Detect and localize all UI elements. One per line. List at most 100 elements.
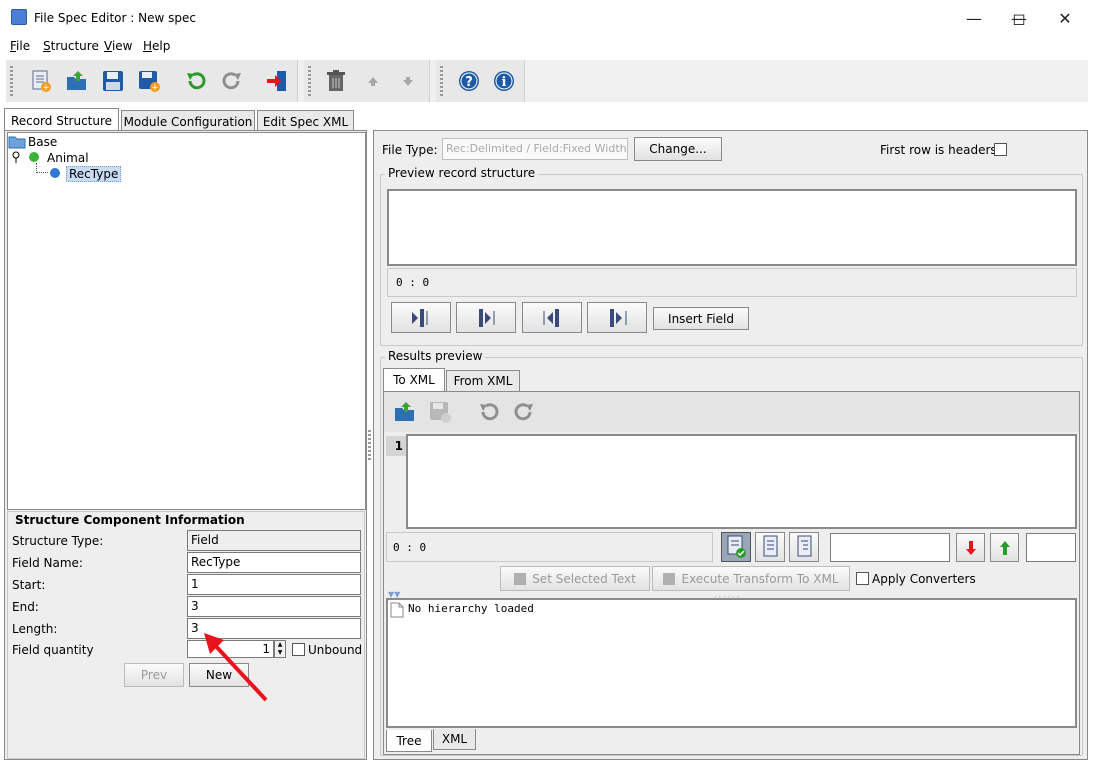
field-name-input[interactable]: RecType <box>187 552 361 573</box>
to-xml-toolbar <box>384 392 1079 432</box>
document-list-icon <box>763 535 778 557</box>
to-xml-panel: 1 0 : 0 Set Selected Text Execute Transf… <box>383 391 1080 755</box>
end-input[interactable]: 3 <box>187 596 361 617</box>
search-count-field[interactable] <box>1026 533 1076 562</box>
tree-node-animal[interactable]: Animal <box>47 151 89 165</box>
toolbar-group-help: ? i <box>436 60 525 102</box>
execute-transform-button[interactable]: Execute Transform To XML <box>652 566 850 591</box>
tab-record-structure[interactable]: Record Structure <box>4 108 119 132</box>
exit-icon[interactable] <box>264 68 290 94</box>
xml-input-editor[interactable] <box>406 434 1077 529</box>
svg-text:?: ? <box>465 75 473 90</box>
move-left-end-button[interactable] <box>522 302 582 333</box>
hierarchy-view[interactable]: No hierarchy loaded <box>386 598 1077 728</box>
length-label: Length: <box>12 622 58 636</box>
tab-module-configuration[interactable]: Module Configuration <box>121 110 255 132</box>
menu-view[interactable]: View <box>104 39 132 53</box>
delete-icon[interactable] <box>323 68 349 94</box>
preview-record-structure: Preview record structure 0 : 0 Insert Fi… <box>380 166 1083 346</box>
splitter-handle[interactable] <box>368 430 371 460</box>
document-tree-button[interactable] <box>789 532 819 562</box>
structure-tree: Base Animal RecType <box>7 132 366 510</box>
structure-component-info: Structure Component Information Structur… <box>7 511 365 759</box>
tree-expand-handle-icon[interactable] <box>10 150 22 164</box>
apply-converters-checkbox[interactable] <box>856 572 869 585</box>
structure-type-label: Structure Type: <box>12 534 104 548</box>
toolbar-grip[interactable] <box>10 66 13 96</box>
move-down-icon[interactable] <box>395 68 421 94</box>
move-left-start-button[interactable] <box>391 302 451 333</box>
redo-xml-icon[interactable] <box>511 399 537 425</box>
tree-node-base[interactable]: Base <box>28 135 57 149</box>
app-icon <box>11 9 27 25</box>
tab-from-xml[interactable]: From XML <box>446 370 520 391</box>
toolbar-grip[interactable] <box>440 66 443 96</box>
help-icon[interactable]: ? <box>456 68 482 94</box>
right-panel: File Type: Rec:Delimited / Field:Fixed W… <box>373 130 1088 760</box>
first-row-headers-label: First row is headers <box>880 143 997 157</box>
first-row-headers-checkbox[interactable] <box>994 143 1007 156</box>
document-list-button[interactable] <box>755 532 785 562</box>
preview-area[interactable] <box>387 189 1077 266</box>
file-type-field[interactable]: Rec:Delimited / Field:Fixed Width <box>442 138 628 160</box>
execute-icon <box>663 572 676 585</box>
search-down-button[interactable] <box>956 533 985 562</box>
end-label: End: <box>12 600 39 614</box>
tab-to-xml[interactable]: To XML <box>383 368 445 391</box>
change-button[interactable]: Change... <box>634 137 722 161</box>
set-selected-text-button[interactable]: Set Selected Text <box>500 566 650 591</box>
window-title: File Spec Editor : New spec <box>34 11 196 25</box>
tree-node-rectype[interactable]: RecType <box>66 166 122 182</box>
menu-help[interactable]: Help <box>143 39 170 53</box>
insert-field-button[interactable]: Insert Field <box>653 307 749 330</box>
unbound-checkbox[interactable] <box>292 643 305 656</box>
arrow-up-icon <box>999 540 1010 555</box>
preview-position: 0 : 0 <box>387 268 1077 297</box>
search-up-button[interactable] <box>990 533 1019 562</box>
redo-icon[interactable] <box>219 68 245 94</box>
undo-icon[interactable] <box>183 68 209 94</box>
close-window-button[interactable]: ✕ <box>1042 0 1088 36</box>
move-right-end-button[interactable] <box>587 302 647 333</box>
toolbar: + + ? i <box>6 60 1088 102</box>
title-bar: File Spec Editor : New spec — — ◻ ✕ <box>0 0 1093 36</box>
tab-xml[interactable]: XML <box>433 729 476 750</box>
undo-xml-icon[interactable] <box>476 399 502 425</box>
apply-converters-label: Apply Converters <box>872 572 976 586</box>
execute-label: Execute Transform To XML <box>681 571 839 586</box>
tree-connector <box>36 163 48 173</box>
start-input[interactable]: 1 <box>187 574 361 595</box>
save-xml-icon[interactable] <box>427 399 453 425</box>
prev-button[interactable]: Prev <box>124 663 184 687</box>
tab-edit-spec-xml[interactable]: Edit Spec XML <box>257 110 354 132</box>
file-type-label: File Type: <box>382 143 438 157</box>
maximize-window-button[interactable]: ◻ <box>996 0 1042 36</box>
shift-right-edge-icon <box>479 308 495 327</box>
extend-right-icon <box>610 308 627 327</box>
move-up-icon[interactable] <box>360 68 386 94</box>
move-right-start-button[interactable] <box>456 302 516 333</box>
editor-position: 0 : 0 <box>386 532 713 562</box>
svg-text:i: i <box>502 75 507 90</box>
new-file-icon[interactable]: + <box>28 68 54 94</box>
menu-structure[interactable]: Structure <box>43 39 99 53</box>
results-title: Results preview <box>385 349 486 363</box>
no-hierarchy-text: No hierarchy loaded <box>408 602 534 615</box>
document-check-icon <box>727 535 746 558</box>
shrink-left-icon <box>543 308 559 327</box>
menu-bar: File Structure View Help <box>0 36 1093 58</box>
save-as-icon[interactable]: + <box>136 68 162 94</box>
search-field[interactable] <box>830 533 950 562</box>
shift-left-edge-icon <box>412 308 428 327</box>
document-icon <box>390 602 404 618</box>
menu-file[interactable]: File <box>10 39 30 53</box>
toolbar-grip[interactable] <box>308 66 311 96</box>
toolbar-group-edit <box>304 60 430 102</box>
tab-tree[interactable]: Tree <box>386 730 432 752</box>
save-icon[interactable] <box>100 68 126 94</box>
open-xml-icon[interactable] <box>392 399 418 425</box>
open-file-icon[interactable] <box>64 68 90 94</box>
document-ok-button[interactable] <box>721 532 751 562</box>
info-icon[interactable]: i <box>491 68 517 94</box>
minimize-window-button[interactable]: — <box>951 0 997 36</box>
